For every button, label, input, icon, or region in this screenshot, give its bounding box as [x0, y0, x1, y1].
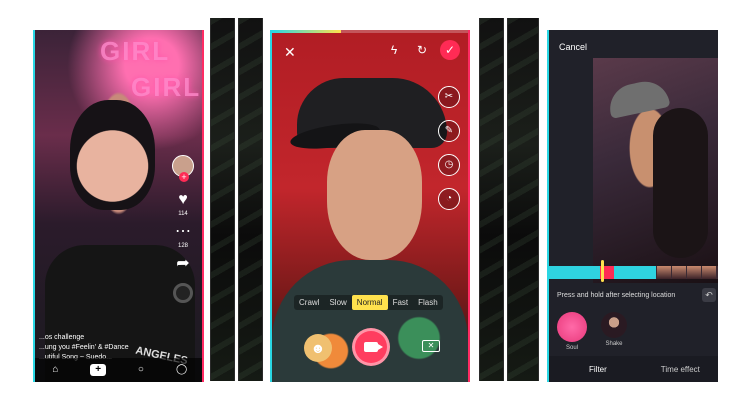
decor-strip — [479, 18, 504, 381]
home-icon[interactable]: ⌂ — [49, 364, 61, 376]
plus-icon[interactable]: + — [90, 364, 107, 376]
filter-label: Soul — [565, 345, 578, 351]
thumbnail — [687, 266, 701, 279]
effect-tabs: Filter Time effect — [549, 356, 718, 382]
comment-count: 128 — [177, 243, 188, 249]
close-icon[interactable]: ✕ — [284, 44, 296, 61]
beauty-icon[interactable]: ✎ — [438, 120, 460, 142]
speed-icon[interactable]: ◔ — [438, 188, 460, 210]
timeline-thumbnails — [657, 266, 716, 279]
flip-camera-icon[interactable]: ↻ — [412, 40, 432, 60]
timeline-segment — [549, 266, 601, 279]
search-icon[interactable]: ○ — [135, 364, 147, 376]
follow-plus-icon[interactable]: + — [179, 172, 189, 182]
video-feed-screen: GIRL GIRL ANGELES + ♥ 114 ⋯ 128 ➦ ...os … — [33, 30, 204, 382]
caption-line: ...ung you #Feelin' & #Dance — [39, 344, 129, 351]
video-preview — [593, 58, 718, 283]
speed-selector: Crawl Slow Normal Fast Flash — [294, 295, 443, 310]
caption-line: ...os challenge — [39, 334, 85, 341]
filter-label: Shake — [605, 341, 623, 347]
person-image — [70, 100, 155, 210]
speed-flash[interactable]: Flash — [413, 295, 443, 310]
cancel-button[interactable]: Cancel — [559, 42, 587, 52]
thumbnail — [672, 266, 686, 279]
speed-fast[interactable]: Fast — [388, 295, 414, 310]
action-column: + ♥ 114 ⋯ 128 ➦ — [170, 155, 196, 303]
speed-normal[interactable]: Normal — [351, 295, 388, 310]
undo-icon[interactable]: ↶ — [702, 288, 716, 302]
heart-icon[interactable]: ♥ — [178, 191, 188, 209]
video-camera-icon — [364, 342, 383, 352]
bottom-nav: ⌂ + ○ ◯ — [35, 358, 202, 382]
filter-soul[interactable]: Soul — [557, 312, 587, 351]
music-disc-icon[interactable] — [173, 283, 193, 303]
thumbnail — [702, 266, 716, 279]
record-progress-bar — [272, 30, 468, 33]
speed-crawl[interactable]: Crawl — [294, 295, 324, 310]
person-hat — [605, 77, 671, 119]
share-icon[interactable]: ➦ — [176, 255, 189, 273]
tab-time-effect[interactable]: Time effect — [661, 365, 700, 374]
person-hair — [653, 108, 708, 258]
thumbnail — [657, 266, 671, 279]
timeline-cursor[interactable] — [601, 260, 604, 282]
record-progress-fill — [272, 30, 341, 33]
filter-shake[interactable]: Shake — [601, 312, 627, 347]
filter-shake-thumb — [601, 312, 627, 338]
sticker-icon[interactable]: ☻ — [304, 334, 332, 362]
person-face — [327, 130, 422, 260]
scissors-icon[interactable]: ✂ — [438, 86, 460, 108]
comment-icon[interactable]: ⋯ — [175, 223, 191, 241]
record-button[interactable] — [352, 328, 390, 366]
creator-avatar[interactable]: + — [172, 155, 194, 182]
backspace-icon[interactable]: ✕ — [422, 340, 440, 352]
top-toolbar: ϟ ↻ ✓ — [384, 40, 460, 60]
profile-icon[interactable]: ◯ — [176, 364, 188, 376]
neon-sign: GIRL — [131, 72, 202, 102]
decor-strip — [210, 18, 235, 381]
hint-text: Press and hold after selecting location — [557, 292, 676, 299]
neon-sign: GIRL — [100, 36, 171, 66]
check-icon[interactable]: ✓ — [440, 40, 460, 60]
timeline-segment — [614, 266, 656, 279]
filter-soul-thumb — [557, 312, 587, 342]
tab-filter[interactable]: Filter — [589, 365, 607, 374]
side-tools: ✂ ✎ ◷ ◔ — [438, 86, 460, 210]
speed-slow[interactable]: Slow — [324, 295, 351, 310]
like-count: 114 — [178, 211, 188, 217]
flash-off-icon[interactable]: ϟ — [384, 40, 404, 60]
camera-record-screen: ✕ ϟ ↻ ✓ ✂ ✎ ◷ ◔ Crawl Slow Normal Fast F… — [270, 30, 470, 382]
timer-icon[interactable]: ◷ — [438, 154, 460, 176]
decor-strip — [238, 18, 263, 381]
decor-strip — [507, 18, 539, 381]
effects-edit-screen: Cancel Press and hold after selecting lo… — [547, 30, 718, 382]
